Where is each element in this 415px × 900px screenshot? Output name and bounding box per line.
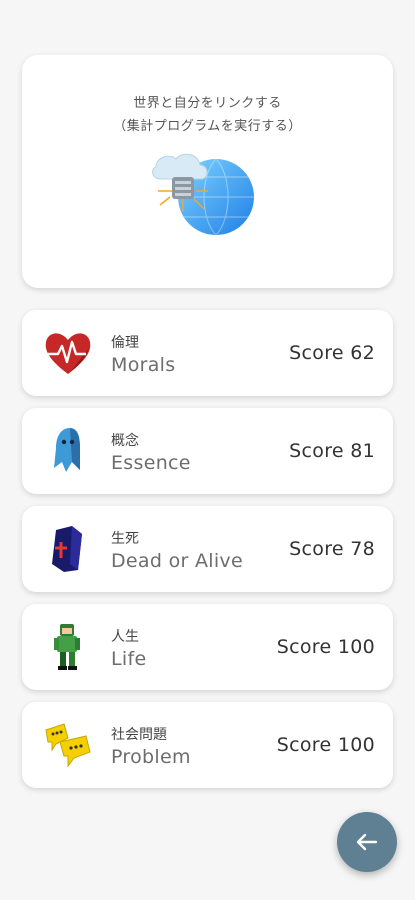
category-score: Score 100 [276, 734, 375, 756]
category-name-en: Morals [111, 354, 176, 376]
category-card-problem[interactable]: 社会問題 Problem Score 100 [22, 702, 393, 788]
back-button[interactable] [337, 812, 397, 872]
chat-bubbles-icon [45, 723, 91, 768]
category-name-en: Life [111, 648, 147, 670]
category-name-en: Essence [111, 452, 191, 474]
category-score: Score 100 [276, 636, 375, 658]
hero-card[interactable]: 世界と自分をリンクする （集計プログラムを実行する） [22, 55, 393, 288]
category-score: Score 62 [289, 342, 375, 364]
arrow-left-icon [356, 833, 378, 851]
category-name-en: Problem [111, 746, 191, 768]
ghost-figure-icon [54, 428, 80, 472]
category-card-life[interactable]: 人生 Life Score 100 [22, 604, 393, 690]
category-name-jp: 社会問題 [111, 727, 167, 743]
category-name-jp: 生死 [111, 531, 139, 547]
category-score: Score 81 [289, 440, 375, 462]
category-card-morals[interactable]: 倫理 Morals Score 62 [22, 310, 393, 396]
category-card-essence[interactable]: 概念 Essence Score 81 [22, 408, 393, 494]
person-figure-icon [54, 624, 80, 670]
category-name-jp: 概念 [111, 433, 139, 449]
coffin-icon [52, 526, 82, 572]
category-name-jp: 倫理 [111, 335, 139, 351]
globe-cloud-icon [152, 153, 254, 236]
heart-pulse-icon [45, 333, 91, 374]
category-name-en: Dead or Alive [111, 550, 243, 572]
hero-subtitle: （集計プログラムを実行する） [113, 119, 302, 134]
category-name-jp: 人生 [111, 629, 139, 645]
category-card-dead-or-alive[interactable]: 生死 Dead or Alive Score 78 [22, 506, 393, 592]
category-score: Score 78 [289, 538, 375, 560]
hero-title: 世界と自分をリンクする [133, 96, 282, 111]
